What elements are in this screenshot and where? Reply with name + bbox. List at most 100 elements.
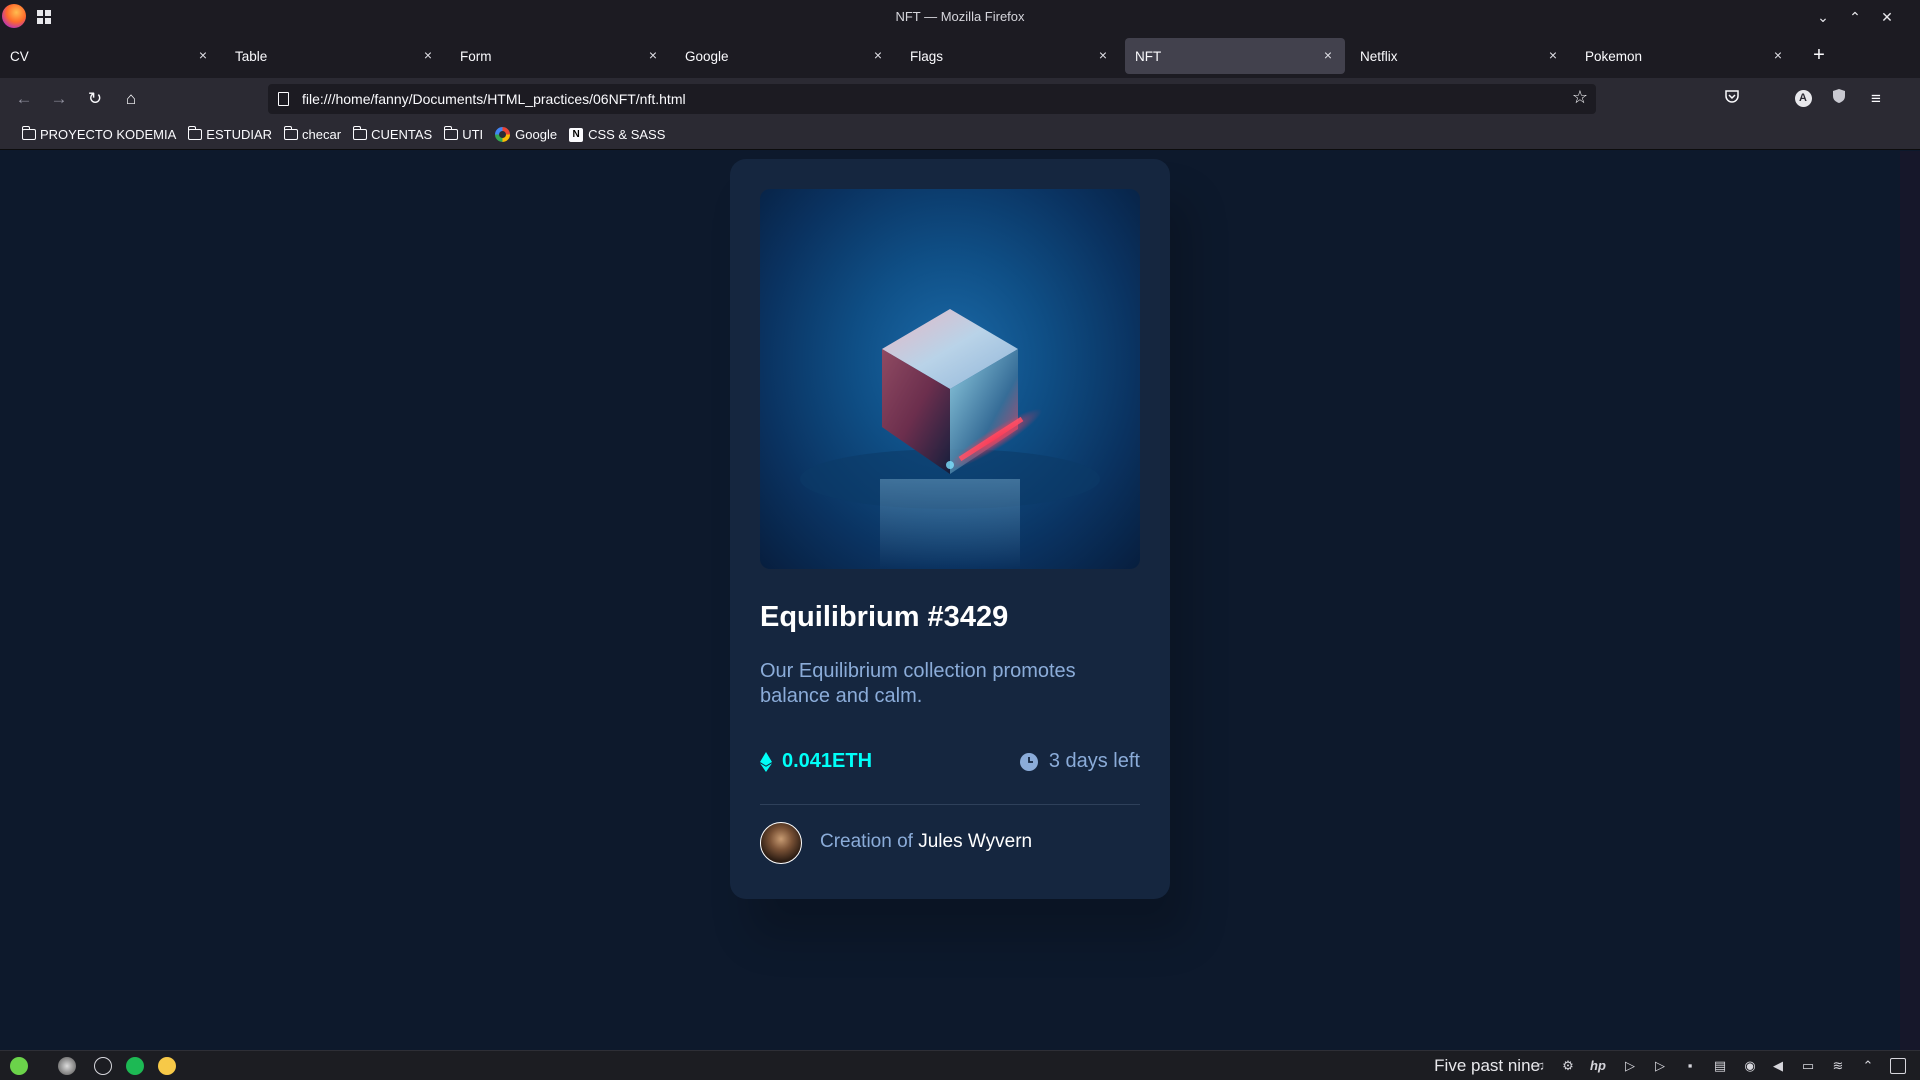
price: 0.041ETH [760,750,872,773]
tab-label: CV [10,48,29,64]
settings-icon[interactable]: ⚙ [1560,1058,1576,1074]
window-edge [1900,151,1920,1050]
tab-label: NFT [1135,48,1162,64]
document-icon[interactable]: ▤ [1712,1058,1728,1074]
url-text[interactable]: file:///home/fanny/Documents/HTML_practi… [302,91,686,107]
minimize-icon[interactable]: ⌄ [1813,7,1833,27]
bookmark-label: Google [515,127,558,142]
folder-icon [187,126,203,140]
bookmark-label: checar [302,127,342,142]
notification-icon[interactable]: ♫ [1532,1058,1548,1074]
tab-pokemon[interactable]: Pokemon × [1575,38,1795,74]
nft-title[interactable]: Equilibrium #3429 [760,601,1008,634]
hp-icon[interactable]: hp [1590,1058,1606,1074]
bookmark-star-icon[interactable]: ☆ [1572,87,1588,108]
time-left-value: 3 days left [1048,750,1140,772]
tab-bar: CV × Table × Form × Google × Flags × NFT… [0,34,1920,78]
home-icon[interactable]: ⌂ [120,88,142,110]
tab-close-icon[interactable]: × [869,46,887,64]
equilibrium-cube-illustration [800,309,1100,569]
battery-icon[interactable]: ▭ [1800,1058,1816,1074]
volume-icon[interactable]: ◀ [1770,1058,1786,1074]
alien-icon[interactable] [10,1057,28,1075]
folder-icon [21,126,36,140]
bookmark-label: CSS & SASS [588,127,666,142]
tab-label: Pokemon [1585,48,1643,64]
media-play-icon[interactable]: ▷ [1652,1058,1668,1074]
extension-shield-icon[interactable] [1828,88,1850,110]
tab-close-icon[interactable]: × [1094,46,1112,64]
creator-avatar [760,822,802,864]
account-avatar-icon[interactable]: A [1792,88,1814,110]
window-title: NFT — Mozilla Firefox [895,9,1025,24]
tab-nft[interactable]: NFT × [1125,38,1345,74]
pocket-icon[interactable] [1721,88,1743,110]
location-icon[interactable]: ◉ [1742,1058,1758,1074]
bookmarks-toolbar: PROYECTO KODEMIA ESTUDIAR checar CUENTAS… [0,120,1920,150]
tab-label: Flags [910,48,944,64]
tab-close-icon[interactable]: × [1319,46,1337,64]
tab-netflix[interactable]: Netflix × [1350,38,1570,74]
price-value: 0.041ETH [782,750,873,772]
navigation-toolbar: ← → ↻ ⌂ file:///home/fanny/Documents/HTM… [0,78,1920,120]
address-bar[interactable]: file:///home/fanny/Documents/HTML_practi… [268,84,1596,114]
ethereum-icon [760,751,772,772]
play-icon[interactable] [94,1057,112,1075]
bookmark-label: ESTUDIAR [206,127,273,142]
window-titlebar: NFT — Mozilla Firefox ⌄ ⌃ ✕ [0,0,1920,34]
menu-hamburger-icon[interactable]: ≡ [1865,88,1887,110]
wifi-icon[interactable]: ≋ [1830,1058,1846,1074]
creation-prefix: Creation of [820,831,913,852]
bookmark-proyecto-kodemia[interactable]: PROYECTO KODEMIA [21,126,177,142]
tab-close-icon[interactable]: × [419,46,437,64]
spotify-icon[interactable] [126,1057,144,1075]
tray-expand-icon[interactable]: ⌃ [1860,1058,1876,1074]
tab-close-icon[interactable]: × [1544,46,1562,64]
media-play-icon[interactable]: ▷ [1622,1058,1638,1074]
divider [760,804,1140,805]
tab-form[interactable]: Form × [450,38,670,74]
moon-icon[interactable] [58,1057,76,1075]
notion-icon: N [569,127,584,142]
creator-line: Creation of Jules Wyvern [820,831,1032,853]
bookmark-label: PROYECTO KODEMIA [40,127,177,142]
time-left: 3 days left [1019,750,1140,773]
bookmark-uti[interactable]: UTI [443,126,484,142]
google-icon [495,127,511,142]
clock-icon [1019,752,1038,771]
page-icon [278,92,289,106]
clipboard-icon[interactable]: ▪ [1682,1058,1698,1074]
tab-close-icon[interactable]: × [194,46,212,64]
tab-flags[interactable]: Flags × [900,38,1120,74]
tab-label: Netflix [1360,48,1398,64]
bookmark-cuentas[interactable]: CUENTAS [352,126,432,142]
show-desktop-icon[interactable] [1890,1058,1906,1074]
bookmark-checar[interactable]: checar [283,126,342,142]
nft-card: Equilibrium #3429 Our Equilibrium collec… [730,159,1170,899]
bookmark-label: UTI [462,127,484,142]
folder-icon [283,126,299,140]
smiley-icon[interactable] [158,1057,176,1075]
maximize-icon[interactable]: ⌃ [1845,7,1865,27]
tab-table[interactable]: Table × [225,38,445,74]
reload-icon[interactable]: ↻ [84,88,106,110]
new-tab-button[interactable]: + [1808,45,1830,67]
folder-icon [443,126,459,140]
tab-close-icon[interactable]: × [1769,46,1787,64]
tab-label: Form [460,48,492,64]
system-taskbar: Five past nine ♫ ⚙ hp ▷ ▷ ▪ ▤ ◉ ◀ ▭ ≋ ⌃ [0,1050,1920,1080]
page-viewport: Equilibrium #3429 Our Equilibrium collec… [0,151,1900,1050]
bookmark-css-sass[interactable]: N CSS & SASS [569,127,665,142]
tab-cv[interactable]: CV × [0,38,220,74]
back-arrow-icon[interactable]: ← [13,88,35,110]
creator-name[interactable]: Jules Wyvern [918,831,1032,852]
nft-image[interactable] [760,189,1140,569]
bookmark-google[interactable]: Google [495,127,557,142]
tab-google[interactable]: Google × [675,38,895,74]
clock-text[interactable]: Five past nine [1434,1056,1540,1076]
close-window-icon[interactable]: ✕ [1877,7,1897,27]
bookmark-estudiar[interactable]: ESTUDIAR [187,126,273,142]
forward-arrow-icon[interactable]: → [48,88,70,110]
account-initial: A [1794,90,1812,107]
tab-close-icon[interactable]: × [644,46,662,64]
